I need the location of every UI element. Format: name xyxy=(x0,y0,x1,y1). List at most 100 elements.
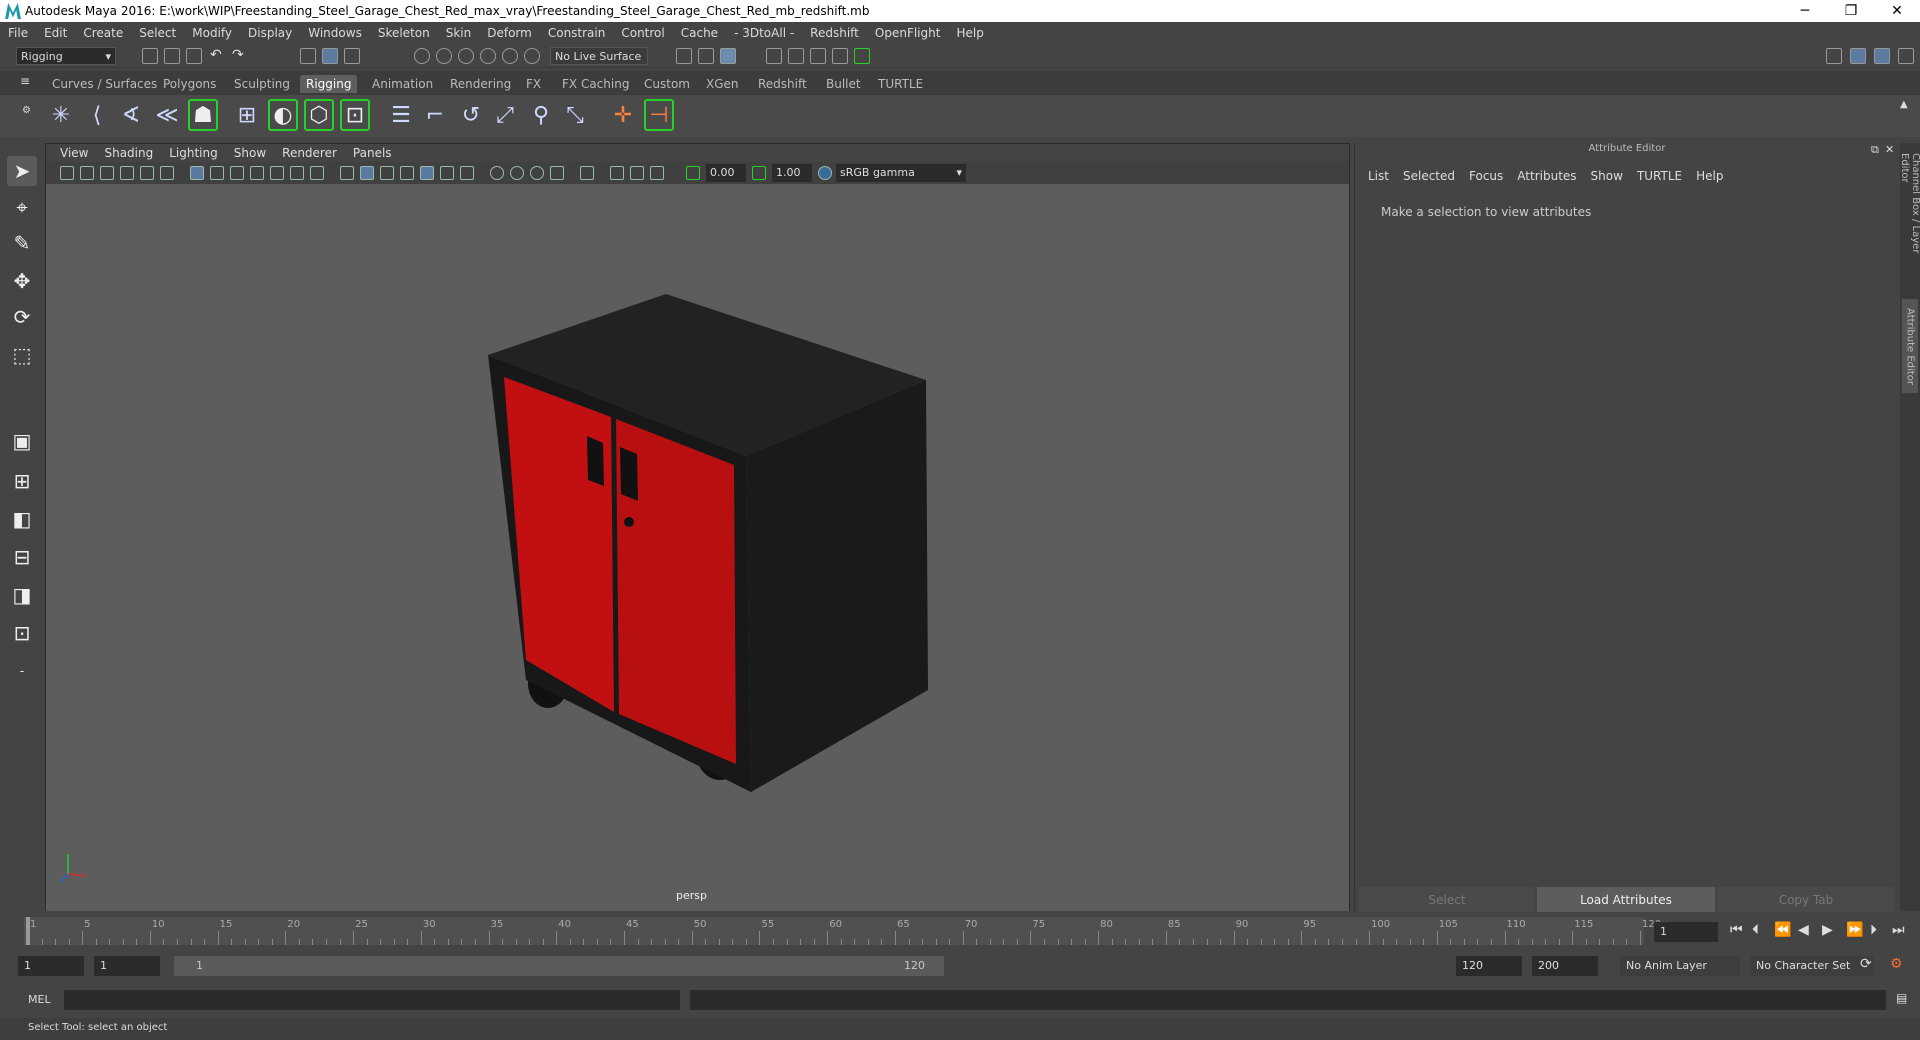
shelf-options-icon[interactable]: ⚙ xyxy=(22,105,31,116)
time-slider-track[interactable]: 1 5 10 15 20 25 30 35 40 45 50 55 60 65 70 75 80 85 90 95 10… xyxy=(24,917,1661,945)
go-to-end-icon[interactable]: ⏭ xyxy=(1892,922,1905,938)
wireframe-icon[interactable] xyxy=(340,166,354,180)
current-frame-field[interactable]: 1 xyxy=(1654,922,1718,942)
step-back-icon[interactable]: ⏴ xyxy=(1752,922,1759,938)
script-editor-icon[interactable]: ▤ xyxy=(1896,991,1907,1005)
point-constraint-icon[interactable]: ⌐ xyxy=(420,99,450,131)
lattice-icon[interactable]: ⬡ xyxy=(304,99,334,131)
menu-icon[interactable]: ≡ xyxy=(20,74,30,88)
create-joints-icon[interactable]: ✳ xyxy=(46,99,76,131)
panel-menu-lighting[interactable]: Lighting xyxy=(161,146,226,160)
command-input[interactable] xyxy=(64,990,680,1010)
undo-icon[interactable]: ↶ xyxy=(210,47,222,63)
open-scene-icon[interactable] xyxy=(164,48,180,64)
ae-menu-show[interactable]: Show xyxy=(1584,169,1630,183)
animation-end-field[interactable]: 200 xyxy=(1532,956,1598,976)
multisample-aa-icon[interactable] xyxy=(530,166,544,180)
ae-menu-focus[interactable]: Focus xyxy=(1462,169,1510,183)
select-button[interactable]: Select xyxy=(1359,887,1535,913)
menu-skin[interactable]: Skin xyxy=(438,26,480,40)
grease-pencil-icon[interactable] xyxy=(160,166,174,180)
copy-tab-button[interactable]: Copy Tab xyxy=(1717,887,1895,913)
persp-outliner-icon[interactable]: ◧ xyxy=(7,504,37,534)
command-language-label[interactable]: MEL xyxy=(28,993,51,1006)
render-view-icon[interactable] xyxy=(766,48,782,64)
film-gate-icon[interactable] xyxy=(210,166,224,180)
resolution-gate-icon[interactable] xyxy=(230,166,244,180)
persp-graph-icon[interactable]: ⊟ xyxy=(7,542,37,572)
quick-rig-icon[interactable]: ☗ xyxy=(188,99,218,131)
menu-create[interactable]: Create xyxy=(75,26,131,40)
ik-spline-icon[interactable]: ≪ xyxy=(152,99,182,131)
panel-menu-show[interactable]: Show xyxy=(226,146,274,160)
gate-mask-icon[interactable] xyxy=(250,166,264,180)
snap-curve-icon[interactable] xyxy=(436,48,452,64)
menu-modify[interactable]: Modify xyxy=(184,26,240,40)
node-editor-layout-icon[interactable]: ⊡ xyxy=(7,618,37,648)
tab-redshift[interactable]: Redshift xyxy=(752,75,813,93)
time-slider[interactable]: 1 5 10 15 20 25 30 35 40 45 50 55 60 65 70 75 80 85 90 95 10… xyxy=(0,912,1920,948)
menu-cache[interactable]: Cache xyxy=(673,26,726,40)
panel-menu-shading[interactable]: Shading xyxy=(96,146,161,160)
snap-surface-icon[interactable] xyxy=(502,48,518,64)
step-back-key-icon[interactable]: ⏪ xyxy=(1774,922,1791,938)
play-backwards-icon[interactable]: ◀ xyxy=(1798,922,1809,938)
load-attributes-button[interactable]: Load Attributes xyxy=(1537,887,1715,913)
ae-menu-list[interactable]: List xyxy=(1361,169,1396,183)
menu-openflight[interactable]: OpenFlight xyxy=(867,26,949,40)
playback-end-field[interactable]: 120 xyxy=(1456,956,1522,976)
menu-control[interactable]: Control xyxy=(613,26,672,40)
color-management-icon[interactable] xyxy=(818,166,832,180)
menu-select[interactable]: Select xyxy=(131,26,184,40)
input-output-icon[interactable] xyxy=(698,48,714,64)
grid-icon[interactable] xyxy=(190,166,204,180)
tab-channel-box[interactable]: Channel Box / Layer Editor xyxy=(1899,149,1920,289)
tool-settings-icon[interactable] xyxy=(1898,48,1914,64)
ik-handle-icon[interactable]: ∢ xyxy=(116,99,146,131)
panel-menu-renderer[interactable]: Renderer xyxy=(274,146,345,160)
paint-weights-icon[interactable]: ☰ xyxy=(386,99,416,131)
select-hierarchy-icon[interactable] xyxy=(300,48,316,64)
go-to-start-icon[interactable]: ⏮ xyxy=(1730,922,1743,938)
menu-windows[interactable]: Windows xyxy=(300,26,370,40)
panel-menu-panels[interactable]: Panels xyxy=(345,146,400,160)
select-object-icon[interactable] xyxy=(322,48,338,64)
mode-dropdown[interactable]: Rigging ▾ xyxy=(16,47,116,65)
snap-grid-icon[interactable] xyxy=(414,48,430,64)
live-surface-field[interactable]: No Live Surface xyxy=(550,47,648,65)
menu-redshift[interactable]: Redshift xyxy=(802,26,867,40)
tab-rigging[interactable]: Rigging xyxy=(300,75,358,93)
tab-bullet[interactable]: Bullet xyxy=(820,75,867,93)
tab-attribute-editor[interactable]: Attribute Editor xyxy=(1902,299,1918,393)
close-button[interactable]: ✕ xyxy=(1874,0,1920,22)
shelf-scroll-icon[interactable]: ▲ xyxy=(1900,99,1908,110)
new-scene-icon[interactable] xyxy=(142,48,158,64)
use-all-lights-icon[interactable] xyxy=(440,166,454,180)
select-component-icon[interactable] xyxy=(344,48,360,64)
camera-attributes-icon[interactable] xyxy=(80,166,94,180)
isolate-select-icon[interactable] xyxy=(580,166,594,180)
attribute-editor-icon[interactable] xyxy=(1874,48,1890,64)
menu-constrain[interactable]: Constrain xyxy=(540,26,614,40)
depth-of-field-icon[interactable] xyxy=(550,166,564,180)
tab-polygons[interactable]: Polygons xyxy=(157,75,222,93)
select-tool-icon[interactable]: ➤ xyxy=(7,156,37,186)
menu-edit[interactable]: Edit xyxy=(36,26,75,40)
smooth-shade-icon[interactable] xyxy=(360,166,374,180)
scale-tool-icon[interactable]: ⬚ xyxy=(7,340,37,370)
tab-animation[interactable]: Animation xyxy=(366,75,439,93)
menu-display[interactable]: Display xyxy=(240,26,300,40)
snap-view-icon[interactable] xyxy=(480,48,496,64)
exposure-icon[interactable] xyxy=(686,166,700,180)
joint-orient-icon[interactable]: ⊣ xyxy=(644,99,674,131)
perspective-viewport[interactable]: persp xyxy=(46,184,1349,911)
channel-box-icon[interactable] xyxy=(1850,48,1866,64)
redo-icon[interactable]: ↷ xyxy=(232,47,244,63)
cluster-icon[interactable]: ⊡ xyxy=(340,99,370,131)
color-space-dropdown[interactable]: sRGB gamma ▾ xyxy=(836,164,966,182)
four-view-icon[interactable]: ⊞ xyxy=(7,466,37,496)
close-icon[interactable]: ✕ xyxy=(1885,143,1894,156)
screen-space-ao-icon[interactable] xyxy=(490,166,504,180)
auto-key-icon[interactable]: ⟳ xyxy=(1860,956,1872,972)
two-d-pan-icon[interactable] xyxy=(140,166,154,180)
